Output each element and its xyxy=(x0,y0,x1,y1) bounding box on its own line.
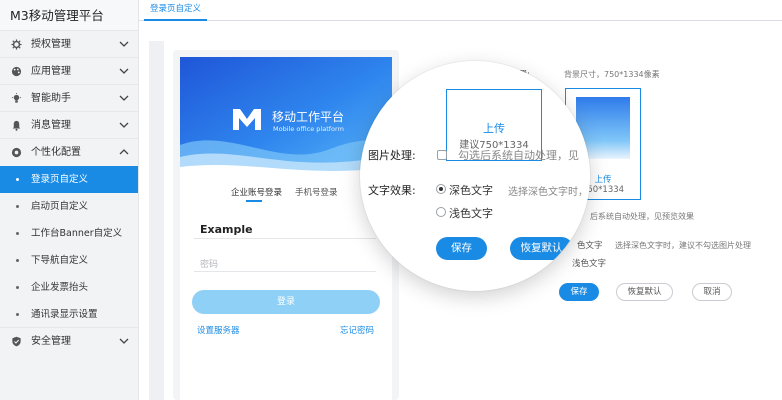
chevron-down-icon xyxy=(119,68,129,74)
light-text-option[interactable]: 浅色文字 xyxy=(572,257,606,269)
magnified-save-button[interactable]: 保存 xyxy=(436,237,487,260)
personalize-icon xyxy=(11,147,22,158)
sidebar-subitem-bottom-nav[interactable]: 下导航自定义 xyxy=(0,247,138,274)
field-divider xyxy=(194,238,376,239)
lightbulb-icon xyxy=(11,93,22,103)
image-processing-checkbox[interactable] xyxy=(437,150,447,160)
dark-text-option[interactable]: 色文字 xyxy=(577,239,603,251)
sidebar-item-label: 消息管理 xyxy=(31,120,71,131)
tab-bar: 登录页自定义 xyxy=(139,0,782,21)
server-settings-link[interactable]: 设置服务器 xyxy=(197,324,240,336)
auto-process-hint: 后系统自动处理，见预览效果 xyxy=(590,212,694,221)
sidebar-subitem-label: 下导航自定义 xyxy=(31,255,89,266)
sidebar-subitem-contacts-display[interactable]: 通讯录显示设置 xyxy=(0,301,138,328)
preview-app-subtitle: Mobile office platform xyxy=(273,125,344,133)
app-title: M3移动管理平台 xyxy=(0,0,138,31)
dark-text-hint: 选择深色文字时，建议不勾选图片处理 xyxy=(615,241,751,250)
sidebar-subitem-launch-page[interactable]: 启动页自定义 xyxy=(0,193,138,220)
bg-size-hint: 背景尺寸，750*1334像素 xyxy=(564,70,660,79)
content-gutter xyxy=(149,41,164,400)
dark-text-radio[interactable] xyxy=(436,184,446,194)
chevron-up-icon xyxy=(119,149,129,155)
image-processing-label: 图片处理: xyxy=(368,149,416,162)
tab-login-page[interactable]: 登录页自定义 xyxy=(144,0,208,21)
restore-default-button[interactable]: 恢复默认 xyxy=(616,283,673,301)
field-divider xyxy=(194,271,376,272)
company-field[interactable]: Example xyxy=(200,223,253,236)
chevron-down-icon xyxy=(119,122,129,128)
light-text-label: 浅色文字 xyxy=(449,207,493,220)
sidebar-item-smart-assistant[interactable]: 智能助手 xyxy=(0,85,138,112)
sidebar-item-message-management[interactable]: 消息管理 xyxy=(0,112,138,139)
sidebar-subitem-label: 企业发票抬头 xyxy=(31,282,89,293)
sidebar-item-label: 安全管理 xyxy=(31,336,71,347)
bell-icon xyxy=(12,120,21,131)
shield-icon xyxy=(12,336,21,347)
app-logo-icon xyxy=(233,109,261,130)
magnifier-lens: 上传 建议750*1334 图片处理: 勾选后系统自动处理，见 文字效果: 深色… xyxy=(360,61,590,291)
sidebar-item-label: 应用管理 xyxy=(31,66,71,77)
save-button[interactable]: 保存 xyxy=(559,283,599,301)
chevron-down-icon xyxy=(119,41,129,47)
upload-label: 上传 xyxy=(483,122,505,135)
sidebar-subitem-workbench-banner[interactable]: 工作台Banner自定义 xyxy=(0,220,138,247)
forgot-password-link[interactable]: 忘记密码 xyxy=(340,324,374,336)
sidebar: M3移动管理平台 授权管理 应用管理 智能助手 消息管理 个性化配置 登录页自定 xyxy=(0,0,139,400)
chevron-down-icon xyxy=(119,338,129,344)
sidebar-subitem-label: 通讯录显示设置 xyxy=(31,309,98,320)
tab-phone-login[interactable]: 手机号登录 xyxy=(295,186,338,198)
sidebar-item-security[interactable]: 安全管理 xyxy=(0,328,138,355)
sidebar-item-authorization[interactable]: 授权管理 xyxy=(0,31,138,58)
chevron-down-icon xyxy=(119,95,129,101)
sidebar-item-label: 授权管理 xyxy=(31,39,71,50)
password-input[interactable]: 密码 xyxy=(200,257,218,270)
sidebar-subitem-label: 启动页自定义 xyxy=(31,201,89,212)
light-text-radio[interactable] xyxy=(436,207,446,217)
image-processing-text: 勾选后系统自动处理，见 xyxy=(458,149,579,162)
sidebar-subitem-label: 工作台Banner自定义 xyxy=(31,228,123,239)
magnified-restore-button[interactable]: 恢复默认 xyxy=(510,237,573,260)
sidebar-item-app-management[interactable]: 应用管理 xyxy=(0,58,138,85)
palette-icon xyxy=(11,66,22,77)
cancel-button[interactable]: 取消 xyxy=(692,283,732,301)
tab-enterprise-login[interactable]: 企业账号登录 xyxy=(231,186,282,198)
app-root: M3移动管理平台 授权管理 应用管理 智能助手 消息管理 个性化配置 登录页自定 xyxy=(0,0,782,400)
text-effect-label: 文字效果: xyxy=(368,184,416,197)
tab-active-indicator xyxy=(246,200,262,202)
login-button[interactable]: 登录 xyxy=(192,290,380,314)
sidebar-item-personalization[interactable]: 个性化配置 xyxy=(0,139,138,166)
sidebar-subitem-invoice-header[interactable]: 企业发票抬头 xyxy=(0,274,138,301)
dark-text-hint: 选择深色文字时， xyxy=(508,187,588,198)
sidebar-item-label: 个性化配置 xyxy=(31,147,81,158)
gear-icon xyxy=(11,39,22,50)
phone-preview-screen: 移动工作平台 Mobile office platform 企业账号登录 手机号… xyxy=(180,57,392,400)
sidebar-item-label: 智能助手 xyxy=(31,93,71,104)
sidebar-subitem-login-page[interactable]: 登录页自定义 xyxy=(0,166,138,193)
dark-text-label: 深色文字 xyxy=(449,184,493,197)
preview-app-name: 移动工作平台 xyxy=(272,110,345,124)
sidebar-subitem-label: 登录页自定义 xyxy=(31,174,89,185)
